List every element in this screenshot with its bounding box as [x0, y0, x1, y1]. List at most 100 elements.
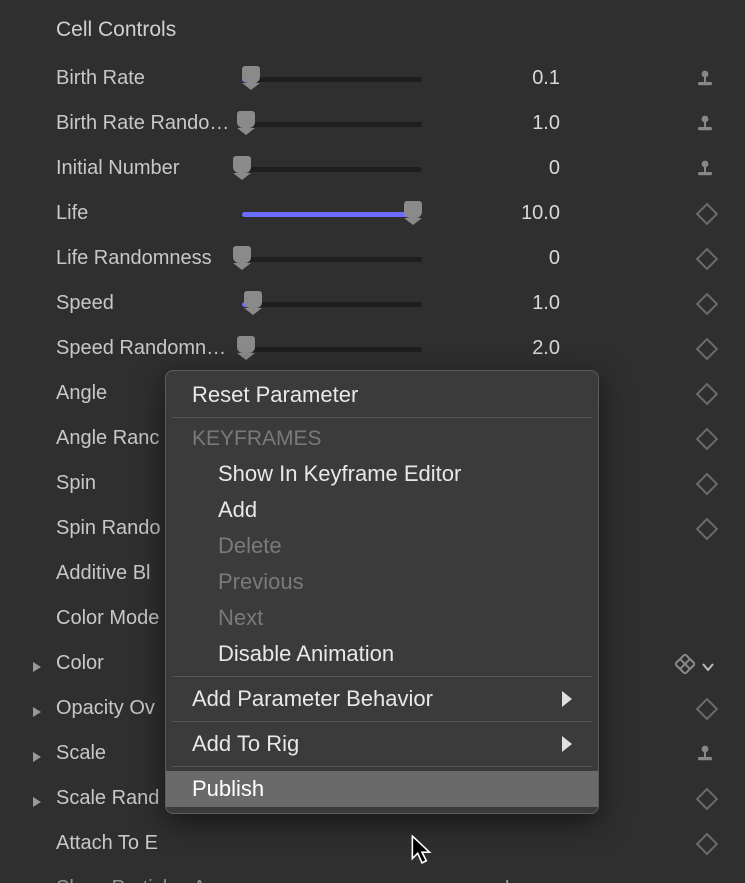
keyframe-diamond-icon — [696, 337, 719, 360]
param-slider[interactable] — [242, 159, 422, 179]
menu-separator — [172, 721, 592, 722]
keyframe-control[interactable] — [695, 159, 715, 179]
param-value[interactable]: 0 — [430, 247, 560, 270]
param-label: Life — [56, 202, 236, 225]
param-label: Birth Rate — [56, 67, 236, 90]
disclosure-triangle-icon[interactable] — [30, 657, 44, 671]
menu-item-label: Publish — [192, 776, 264, 802]
keyframe-diamond-icon — [696, 787, 719, 810]
menu-show-in-editor[interactable]: Show In Keyframe Editor — [166, 456, 598, 492]
menu-item-label: Add To Rig — [192, 731, 299, 757]
keyframe-control[interactable] — [695, 744, 715, 764]
keyframe-control[interactable] — [699, 701, 715, 717]
keyframe-control[interactable] — [675, 654, 715, 674]
keyframe-control[interactable] — [699, 836, 715, 852]
keyframe-control[interactable] — [699, 476, 715, 492]
slider-thumb[interactable] — [233, 246, 251, 263]
param-slider[interactable] — [242, 204, 422, 224]
param-label: Life Randomness — [56, 247, 236, 270]
keyframe-diamond-icon — [696, 427, 719, 450]
param-label: Speed Randomn… — [56, 337, 236, 360]
param-value[interactable]: 0 — [430, 157, 560, 180]
disclosure-triangle-icon[interactable] — [30, 792, 44, 806]
chevron-down-icon[interactable] — [701, 657, 715, 671]
menu-reset-parameter[interactable]: Reset Parameter — [166, 377, 598, 413]
menu-separator — [172, 766, 592, 767]
menu-item-label: Show In Keyframe Editor — [218, 461, 461, 487]
submenu-arrow-icon — [562, 736, 572, 752]
disclosure-triangle-icon[interactable] — [30, 702, 44, 716]
menu-disable-animation[interactable]: Disable Animation — [166, 636, 598, 672]
param-label: Speed — [56, 292, 236, 315]
menu-item-label: Previous — [218, 569, 304, 595]
param-row: Initial Number 0 — [0, 146, 745, 191]
keyframe-diamond-icon — [675, 654, 695, 674]
param-label: Show Particles As — [56, 877, 236, 883]
param-value[interactable]: 1.0 — [430, 292, 560, 315]
keyframe-control[interactable] — [699, 206, 715, 222]
slider-thumb[interactable] — [404, 201, 422, 218]
slider-thumb[interactable] — [237, 336, 255, 353]
param-slider[interactable] — [242, 249, 422, 269]
param-row: Show Particles As Image — [0, 866, 745, 883]
keyframe-control[interactable] — [699, 251, 715, 267]
menu-add-to-rig[interactable]: Add To Rig — [166, 726, 598, 762]
keyframe-control[interactable] — [695, 114, 715, 134]
rig-icon — [695, 69, 715, 89]
slider-thumb[interactable] — [244, 291, 262, 308]
keyframe-diamond-icon — [696, 697, 719, 720]
menu-add-keyframe[interactable]: Add — [166, 492, 598, 528]
keyframe-control[interactable] — [699, 386, 715, 402]
param-row: Speed 1.0 — [0, 281, 745, 326]
param-label: Attach To E — [56, 832, 236, 855]
keyframe-diamond-icon — [696, 382, 719, 405]
menu-publish[interactable]: Publish — [166, 771, 598, 807]
param-row: Birth Rate Rando…1.0 — [0, 101, 745, 146]
disclosure-triangle-icon[interactable] — [30, 747, 44, 761]
param-value[interactable]: 0.1 — [430, 67, 560, 90]
slider-thumb[interactable] — [242, 66, 260, 83]
menu-heading-label: KEYFRAMES — [192, 427, 322, 451]
slider-thumb[interactable] — [237, 111, 255, 128]
menu-separator — [172, 417, 592, 418]
menu-item-label: Reset Parameter — [192, 382, 358, 408]
menu-item-label: Next — [218, 605, 263, 631]
rig-icon — [695, 159, 715, 179]
param-row: Life Randomness 0 — [0, 236, 745, 281]
keyframe-control[interactable] — [699, 341, 715, 357]
menu-delete-keyframe: Delete — [166, 528, 598, 564]
keyframe-diamond-icon — [696, 247, 719, 270]
param-row: Birth Rate 0.1 — [0, 56, 745, 101]
keyframe-diamond-icon — [696, 202, 719, 225]
param-slider[interactable] — [242, 114, 422, 134]
menu-add-parameter-behavior[interactable]: Add Parameter Behavior — [166, 681, 598, 717]
menu-item-label: Add Parameter Behavior — [192, 686, 433, 712]
param-row: Life 10.0 — [0, 191, 745, 236]
keyframe-control[interactable] — [699, 521, 715, 537]
param-label: Initial Number — [56, 157, 236, 180]
submenu-arrow-icon — [562, 691, 572, 707]
keyframe-control[interactable] — [699, 791, 715, 807]
param-row: Speed Randomn… 2.0 — [0, 326, 745, 371]
menu-previous-keyframe: Previous — [166, 564, 598, 600]
menu-separator — [172, 676, 592, 677]
keyframe-control[interactable] — [699, 296, 715, 312]
menu-item-label: Delete — [218, 533, 282, 559]
slider-thumb[interactable] — [233, 156, 251, 173]
param-value[interactable]: 1.0 — [430, 112, 560, 135]
param-value[interactable]: Image — [430, 877, 560, 883]
param-slider[interactable] — [242, 339, 422, 359]
keyframe-diamond-icon — [696, 472, 719, 495]
param-value[interactable]: 10.0 — [430, 202, 560, 225]
param-row: Attach To E — [0, 821, 745, 866]
section-title: Cell Controls — [0, 18, 745, 56]
param-slider[interactable] — [242, 294, 422, 314]
keyframe-control[interactable] — [699, 431, 715, 447]
keyframe-diamond-icon — [696, 517, 719, 540]
context-menu: Reset Parameter KEYFRAMES Show In Keyfra… — [165, 370, 599, 814]
keyframe-control[interactable] — [695, 69, 715, 89]
param-slider[interactable] — [242, 69, 422, 89]
param-value[interactable]: 2.0 — [430, 337, 560, 360]
keyframe-diamond-icon — [696, 292, 719, 315]
rig-icon — [695, 744, 715, 764]
